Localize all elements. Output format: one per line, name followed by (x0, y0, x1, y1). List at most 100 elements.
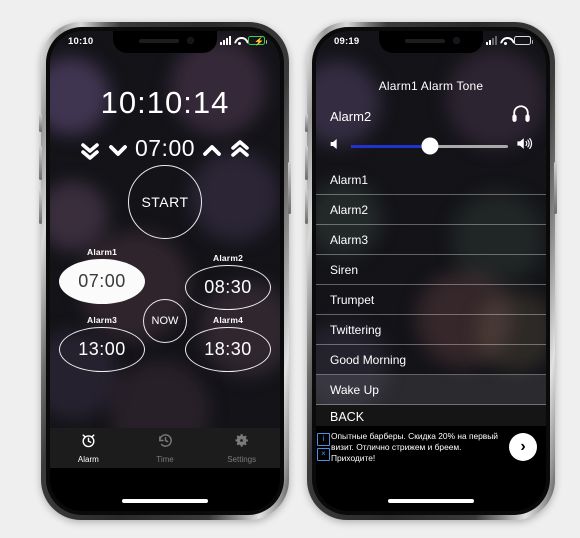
notch-left (113, 31, 217, 53)
chevron-up-icon[interactable] (201, 139, 223, 159)
page-title: Alarm1 Alarm Tone (378, 79, 484, 93)
volume-up-button-right[interactable] (305, 146, 308, 180)
alarm-home-screen: 10:10:14 07:00 START Alarm1 07:00 Alarm2… (50, 53, 280, 511)
phone-right-bezel: 09:19 Alarm1 Alarm Tone Alarm2 Alarm1 Al… (312, 27, 550, 515)
battery-icon (514, 36, 533, 45)
cellular-bars-icon (220, 36, 231, 45)
tab-time[interactable]: Time (127, 432, 204, 464)
back-button-label: BACK (330, 410, 365, 424)
preset-time-stepper: 07:00 (50, 135, 280, 162)
front-camera-right (453, 37, 460, 44)
alarm-grid: Alarm1 07:00 Alarm2 08:30 Alarm3 13:00 A… (50, 247, 280, 377)
tone-label: Good Morning (330, 352, 407, 367)
alarm-slot-1-time[interactable]: 07:00 (59, 259, 145, 304)
start-button-label: START (141, 194, 189, 210)
alarm-slot-4-time[interactable]: 18:30 (185, 327, 271, 372)
home-indicator[interactable] (122, 499, 208, 503)
home-indicator[interactable] (388, 499, 474, 503)
volume-up-button[interactable] (39, 146, 42, 180)
tab-alarm[interactable]: Alarm (50, 432, 127, 464)
wifi-icon (234, 36, 245, 45)
selected-tone-label: Alarm2 (330, 109, 372, 124)
tab-settings-label: Settings (227, 455, 257, 464)
now-button-label: NOW (151, 315, 179, 327)
phone-left-screen: 10:10 ⚡ 10:10:14 07:00 START Alarm1 07:0… (50, 31, 280, 511)
tone-label: Wake Up (330, 382, 379, 397)
headphones-icon[interactable] (510, 103, 532, 125)
ad-banner[interactable]: i × Опытные барберы. Скидка 20% на первы… (316, 426, 546, 468)
double-chevron-down-icon[interactable] (79, 139, 101, 160)
alarm-slot-2[interactable]: Alarm2 08:30 (182, 253, 274, 310)
current-time-display: 10:10:14 (100, 85, 230, 120)
tab-alarm-label: Alarm (77, 455, 99, 464)
phone-left: 10:10 ⚡ 10:10:14 07:00 START Alarm1 07:0… (39, 22, 291, 520)
tab-settings[interactable]: Settings (203, 432, 280, 464)
ad-controls: i × (317, 433, 330, 461)
alarm-slot-3-label: Alarm3 (86, 315, 118, 325)
chevron-down-icon[interactable] (107, 139, 129, 159)
status-time-right: 09:19 (334, 36, 360, 47)
alarm-tone-screen: Alarm1 Alarm Tone Alarm2 Alarm1 Alarm2 A… (316, 53, 546, 511)
front-camera (187, 37, 194, 44)
tone-label: Alarm2 (330, 202, 369, 217)
list-item[interactable]: Twittering (316, 315, 546, 345)
adchoices-info-icon[interactable]: i (317, 433, 330, 446)
tab-bar: Alarm Time Settings (50, 428, 280, 468)
volume-high-icon[interactable] (515, 135, 534, 157)
alarm-slot-1[interactable]: Alarm1 07:00 (56, 247, 148, 304)
chevron-right-icon[interactable]: › (509, 433, 537, 461)
tone-label: Alarm3 (330, 232, 369, 247)
home-bar-area-right (316, 468, 546, 511)
cellular-bars-icon (486, 36, 497, 45)
alarm-slot-3[interactable]: Alarm3 13:00 (56, 315, 148, 372)
list-item[interactable]: Alarm2 (316, 195, 546, 225)
ad-close-icon[interactable]: × (317, 448, 330, 461)
alarm-slot-3-time[interactable]: 13:00 (59, 327, 145, 372)
volume-slider[interactable] (351, 137, 508, 155)
now-button[interactable]: NOW (143, 299, 187, 343)
volume-down-button[interactable] (39, 190, 42, 224)
battery-charging-icon: ⚡ (248, 36, 267, 46)
gear-icon (233, 432, 250, 454)
list-item[interactable]: Trumpet (316, 285, 546, 315)
mute-switch[interactable] (39, 114, 42, 132)
list-item[interactable]: Wake Up (316, 375, 546, 405)
list-item[interactable]: Siren (316, 255, 546, 285)
tone-label: Twittering (330, 322, 382, 337)
list-item[interactable]: Good Morning (316, 345, 546, 375)
status-icons: ⚡ (220, 36, 267, 46)
power-button-right[interactable] (554, 162, 557, 214)
alarm-slot-1-label: Alarm1 (86, 247, 118, 257)
list-item[interactable]: Alarm1 (316, 165, 546, 195)
earpiece-speaker-right (405, 39, 445, 43)
status-icons-right (486, 36, 533, 45)
clock-history-icon (157, 432, 174, 454)
double-chevron-up-icon[interactable] (229, 139, 251, 159)
alarm-clock-icon (80, 432, 97, 454)
tone-label: Trumpet (330, 292, 375, 307)
alarm-slot-4-label: Alarm4 (212, 315, 244, 325)
power-button[interactable] (288, 162, 291, 214)
phone-right: 09:19 Alarm1 Alarm Tone Alarm2 Alarm1 Al… (305, 22, 557, 520)
home-bar-area-left (50, 468, 280, 511)
volume-down-button-right[interactable] (305, 190, 308, 224)
phone-left-bezel: 10:10 ⚡ 10:10:14 07:00 START Alarm1 07:0… (46, 27, 284, 515)
alarm-slot-4[interactable]: Alarm4 18:30 (182, 315, 274, 372)
list-item[interactable]: Alarm3 (316, 225, 546, 255)
tab-time-label: Time (156, 455, 174, 464)
volume-slider-fill (351, 144, 430, 148)
status-time: 10:10 (68, 36, 94, 47)
start-button[interactable]: START (128, 165, 202, 239)
preset-time-value: 07:00 (134, 135, 196, 161)
alarm-slot-2-time[interactable]: 08:30 (185, 265, 271, 310)
wifi-icon (500, 36, 511, 45)
volume-slider-row (328, 135, 534, 157)
tone-label: Alarm1 (330, 172, 369, 187)
phone-right-screen: 09:19 Alarm1 Alarm Tone Alarm2 Alarm1 Al… (316, 31, 546, 511)
volume-slider-thumb[interactable] (421, 137, 438, 155)
volume-mute-icon[interactable] (328, 136, 344, 157)
notch-right (379, 31, 483, 53)
tone-label: Siren (330, 262, 359, 277)
mute-switch-right[interactable] (305, 114, 308, 132)
alarm-slot-2-label: Alarm2 (212, 253, 244, 263)
